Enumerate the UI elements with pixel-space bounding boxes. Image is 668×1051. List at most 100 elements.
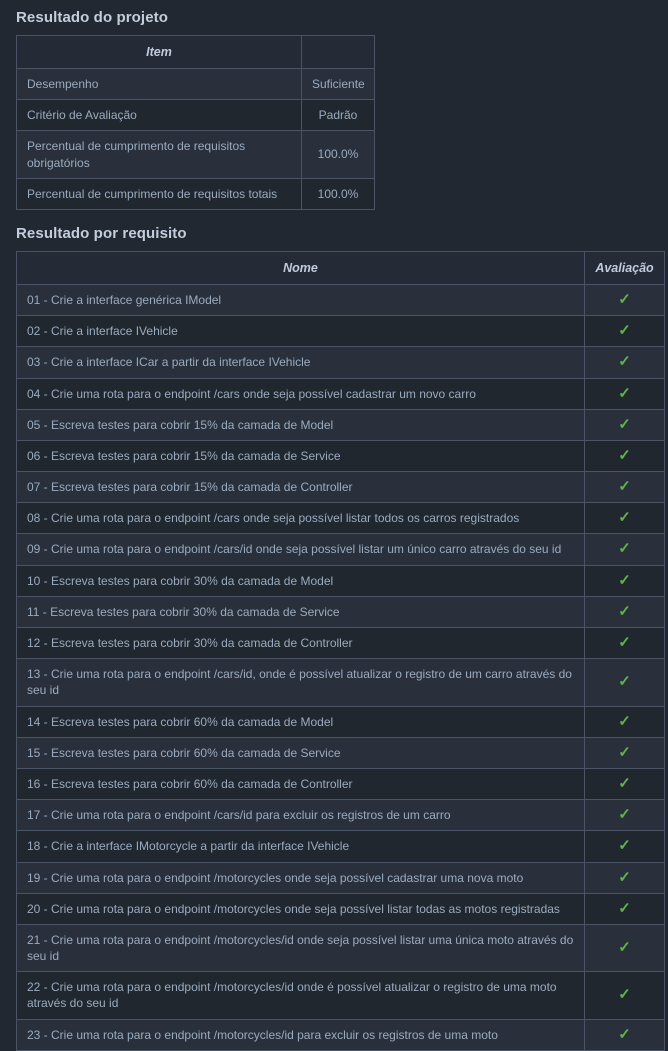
requirements-table-head: Nome Avaliação [16, 250, 665, 285]
requirement-evaluation: ✓ [584, 705, 665, 738]
table-row: 15 - Escreva testes para cobrir 60% da c… [16, 736, 665, 769]
summary-item-value: 100.0% [301, 130, 375, 179]
check-icon: ✓ [618, 712, 631, 730]
requirement-evaluation: ✓ [584, 923, 665, 973]
requirements-column-header-name: Nome [16, 250, 585, 285]
check-icon: ✓ [618, 478, 631, 496]
requirement-evaluation: ✓ [584, 533, 665, 566]
table-row: 04 - Crie uma rota para o endpoint /cars… [16, 377, 665, 410]
requirement-name: 22 - Crie uma rota para o endpoint /moto… [16, 971, 585, 1020]
table-row: 08 - Crie uma rota para o endpoint /cars… [16, 502, 665, 535]
check-icon: ✓ [618, 634, 631, 651]
requirement-evaluation: ✓ [584, 595, 665, 629]
table-row: 20 - Crie uma rota para o endpoint /moto… [16, 892, 665, 925]
summary-item-label: Percentual de cumprimento de requisitos … [16, 177, 302, 210]
requirement-evaluation: ✓ [584, 1018, 665, 1051]
requirements-table: Nome Avaliação 01 - Crie a interface gen… [16, 250, 665, 1051]
requirement-name: 18 - Crie a interface IMotorcycle a part… [16, 830, 585, 863]
requirement-name: 03 - Crie a interface ICar a partir da i… [16, 346, 585, 379]
requirement-evaluation: ✓ [584, 283, 665, 317]
requirement-name: 14 - Escreva testes para cobrir 60% da c… [16, 705, 585, 738]
requirement-name: 05 - Escreva testes para cobrir 15% da c… [16, 408, 585, 441]
requirement-name: 20 - Crie uma rota para o endpoint /moto… [16, 892, 585, 925]
table-row: 17 - Crie uma rota para o endpoint /cars… [16, 799, 665, 832]
summary-table-body: Desempenho Suficiente Critério de Avaliaçã… [16, 67, 375, 210]
requirement-evaluation: ✓ [584, 892, 665, 925]
check-icon: ✓ [618, 290, 631, 308]
table-row: 12 - Escreva testes para cobrir 30% da c… [16, 626, 665, 660]
check-icon: ✓ [618, 571, 631, 589]
summary-table-head: Item [16, 35, 375, 69]
table-row: 16 - Escreva testes para cobrir 60% da c… [16, 767, 665, 801]
project-summary-table: Item Desempenho Suficiente Critério de Ava… [16, 35, 375, 210]
requirement-evaluation: ✓ [584, 346, 665, 379]
check-icon: ✓ [618, 415, 631, 433]
table-row: 18 - Crie a interface IMotorcycle a part… [16, 830, 665, 863]
requirement-evaluation: ✓ [584, 408, 665, 441]
requirement-name: 19 - Crie uma rota para o endpoint /moto… [16, 861, 585, 894]
requirements-header-row: Nome Avaliação [16, 250, 665, 285]
check-icon: ✓ [618, 446, 631, 464]
table-row: 03 - Crie a interface ICar a partir da i… [16, 346, 665, 379]
check-icon: ✓ [618, 743, 631, 761]
summary-column-header-value [301, 35, 375, 69]
check-icon: ✓ [618, 899, 631, 917]
check-icon: ✓ [618, 673, 631, 691]
requirement-evaluation: ✓ [584, 315, 665, 348]
table-row: Desempenho Suficiente [16, 67, 375, 101]
requirement-name: 02 - Crie a interface IVehicle [16, 315, 585, 348]
check-icon: ✓ [618, 322, 631, 340]
requirement-evaluation: ✓ [584, 626, 665, 660]
table-row: 10 - Escreva testes para cobrir 30% da c… [16, 564, 665, 597]
requirement-name: 01 - Crie a interface genérica IModel [16, 283, 585, 317]
check-icon: ✓ [618, 1025, 631, 1043]
check-icon: ✓ [618, 868, 631, 886]
requirement-name: 11 - Escreva testes para cobrir 30% da c… [16, 595, 585, 629]
table-row: 02 - Crie a interface IVehicle ✓ [16, 315, 665, 348]
summary-item-label: Critério de Avaliação [16, 99, 302, 132]
table-row: 07 - Escreva testes para cobrir 15% da c… [16, 471, 665, 504]
table-row: Critério de Avaliação Padrão [16, 99, 375, 132]
table-row: 23 - Crie uma rota para o endpoint /moto… [16, 1018, 665, 1051]
requirement-evaluation: ✓ [584, 767, 665, 801]
table-row: 09 - Crie uma rota para o endpoint /cars… [16, 533, 665, 566]
requirement-evaluation: ✓ [584, 658, 665, 707]
summary-column-header-item: Item [16, 35, 302, 69]
table-row: 19 - Crie uma rota para o endpoint /moto… [16, 861, 665, 894]
requirement-evaluation: ✓ [584, 830, 665, 863]
table-row: 11 - Escreva testes para cobrir 30% da c… [16, 595, 665, 629]
table-row: 14 - Escreva testes para cobrir 60% da c… [16, 705, 665, 738]
requirement-name: 06 - Escreva testes para cobrir 15% da c… [16, 439, 585, 473]
report-page: Resultado do projeto Item Desempenho Sufi… [0, 0, 668, 1051]
requirement-evaluation: ✓ [584, 471, 665, 504]
check-icon: ✓ [618, 806, 631, 824]
table-row: 06 - Escreva testes para cobrir 15% da c… [16, 439, 665, 473]
requirement-evaluation: ✓ [584, 861, 665, 894]
requirement-evaluation: ✓ [584, 502, 665, 535]
requirement-evaluation: ✓ [584, 564, 665, 597]
check-icon: ✓ [618, 774, 631, 792]
check-icon: ✓ [618, 353, 631, 371]
requirement-name: 23 - Crie uma rota para o endpoint /moto… [16, 1018, 585, 1051]
requirements-table-body: 01 - Crie a interface genérica IModel ✓ 02… [16, 283, 665, 1051]
requirement-evaluation: ✓ [584, 971, 665, 1020]
requirement-name: 21 - Crie uma rota para o endpoint /moto… [16, 923, 585, 973]
table-row: 05 - Escreva testes para cobrir 15% da c… [16, 408, 665, 441]
table-row: 13 - Crie uma rota para o endpoint /cars… [16, 658, 665, 707]
requirement-name: 07 - Escreva testes para cobrir 15% da c… [16, 471, 585, 504]
table-row: 21 - Crie uma rota para o endpoint /moto… [16, 923, 665, 973]
table-row: Percentual de cumprimento de requisitos … [16, 177, 375, 210]
requirement-evaluation: ✓ [584, 439, 665, 473]
summary-section-title: Resultado do projeto [16, 9, 168, 26]
check-icon: ✓ [618, 938, 631, 956]
summary-item-label: Percentual de cumprimento de requisitos … [16, 130, 302, 179]
summary-item-value: Suficiente [301, 67, 375, 101]
requirements-column-header-evaluation: Avaliação [584, 250, 665, 285]
summary-item-value: Padrão [301, 99, 375, 132]
requirement-name: 13 - Crie uma rota para o endpoint /cars… [16, 658, 585, 707]
requirement-name: 15 - Escreva testes para cobrir 60% da c… [16, 736, 585, 769]
requirement-name: 09 - Crie uma rota para o endpoint /cars… [16, 533, 585, 566]
check-icon: ✓ [618, 540, 631, 558]
requirement-name: 17 - Crie uma rota para o endpoint /cars… [16, 799, 585, 832]
check-icon: ✓ [618, 509, 631, 527]
